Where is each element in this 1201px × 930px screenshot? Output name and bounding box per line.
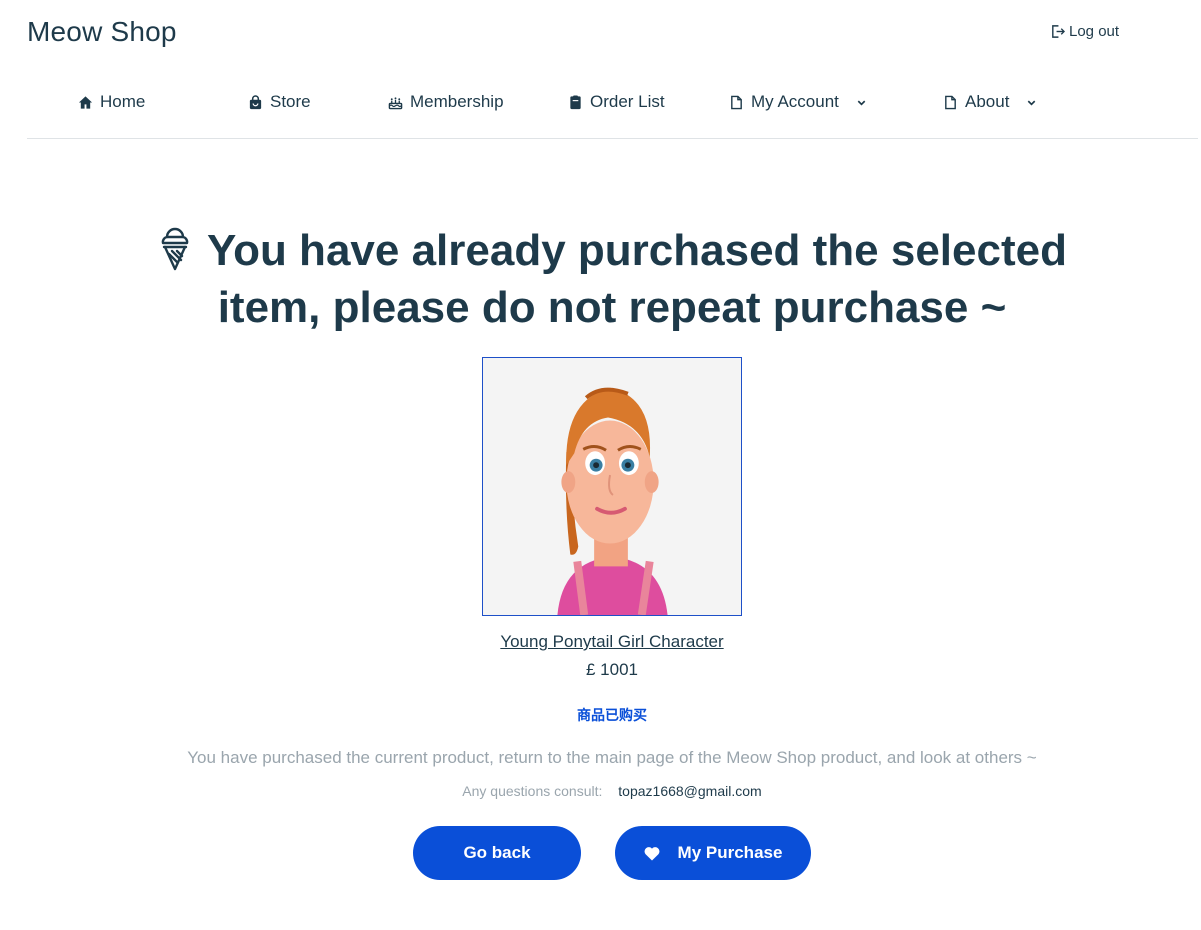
- document-icon: [945, 95, 956, 109]
- page-headline: You have already purchased the selected …: [100, 222, 1124, 336]
- go-back-button[interactable]: Go back: [413, 826, 581, 880]
- chevron-down-icon: [1028, 100, 1036, 106]
- contact-label: Any questions consult:: [462, 783, 603, 799]
- main-nav: Home Store Membership Order List My Acco…: [0, 84, 1201, 120]
- nav-item-order-list[interactable]: Order List: [568, 84, 665, 120]
- heart-icon: [644, 846, 659, 860]
- nav-item-label: Store: [270, 92, 311, 111]
- clipboard-icon: [570, 94, 581, 109]
- document-icon: [731, 95, 742, 109]
- ice-cream-icon: [161, 227, 189, 271]
- nav-item-membership[interactable]: Membership: [388, 84, 504, 120]
- nav-divider: [27, 138, 1198, 139]
- nav-item-about[interactable]: About: [943, 84, 1037, 120]
- headline-text: You have already purchased the selected …: [207, 226, 1067, 332]
- contact-email[interactable]: topaz1668@gmail.com: [618, 783, 761, 799]
- info-message: You have purchased the current product, …: [187, 748, 1037, 767]
- logout-icon: [1052, 25, 1065, 38]
- cake-icon: [388, 96, 403, 109]
- contact-line: Any questions consult: topaz1668@gmail.c…: [0, 783, 1201, 799]
- status-badge: 商品已购买: [577, 707, 647, 723]
- my-purchase-button[interactable]: My Purchase: [615, 826, 811, 880]
- nav-item-label: Home: [100, 92, 146, 111]
- logout-button[interactable]: Log out: [1050, 23, 1119, 40]
- chevron-down-icon: [857, 100, 866, 106]
- product-image[interactable]: [482, 357, 742, 616]
- logout-label: Log out: [1069, 23, 1120, 40]
- nav-item-label: Order List: [590, 92, 665, 111]
- my-purchase-label: My Purchase: [677, 843, 783, 862]
- nav-item-label: My Account: [751, 92, 839, 111]
- avatar-illustration: [483, 358, 741, 615]
- nav-item-store[interactable]: Store: [248, 84, 311, 120]
- nav-item-home[interactable]: Home: [78, 84, 145, 120]
- nav-item-label: Membership: [410, 92, 504, 111]
- nav-item-my-account[interactable]: My Account: [729, 84, 867, 120]
- product-price: £ 1001: [586, 660, 638, 679]
- home-icon: [78, 95, 93, 109]
- shopping-bag-icon: [249, 94, 262, 109]
- brand-logo[interactable]: Meow Shop: [27, 16, 177, 48]
- nav-item-label: About: [965, 92, 1010, 111]
- product-name-link[interactable]: Young Ponytail Girl Character: [0, 632, 1201, 652]
